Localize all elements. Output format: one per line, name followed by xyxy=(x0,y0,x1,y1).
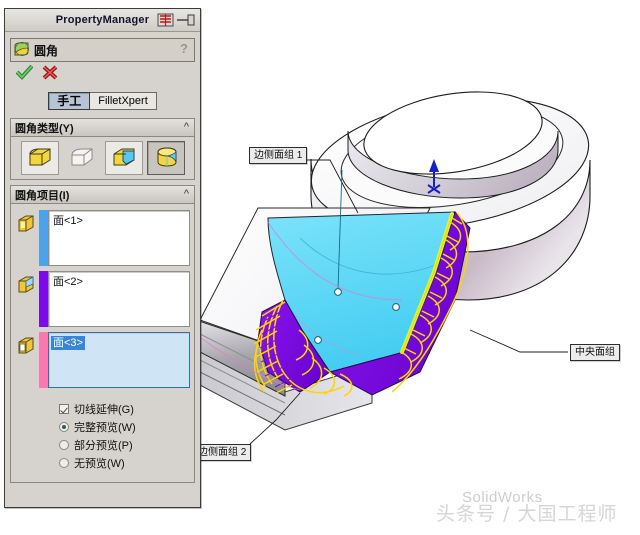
fillet-items-title: 圆角项目(I) xyxy=(15,189,70,202)
face-fillet-button[interactable] xyxy=(104,141,143,175)
property-manager-panel: PropertyManager 圆角 ? 手工 FilletXpert 圆角类型… xyxy=(4,8,201,508)
tab-filletxpert[interactable]: FilletXpert xyxy=(90,92,157,110)
face-selection-row-2: 面<2> xyxy=(15,271,190,327)
face-item-3[interactable]: 面<3> xyxy=(51,336,85,350)
preview-partial-radio[interactable] xyxy=(59,440,69,450)
mode-tabs: 手工 FilletXpert xyxy=(9,89,196,113)
confirm-row xyxy=(9,64,196,86)
fillet-icon xyxy=(13,42,31,58)
green-check-icon[interactable] xyxy=(15,64,34,85)
feature-name: 圆角 xyxy=(34,43,59,58)
face-color-swatch-3 xyxy=(39,332,48,388)
tangent-propagation-label: 切线延伸(G) xyxy=(74,404,134,416)
face-item-1[interactable]: 面<1> xyxy=(51,214,85,228)
face-set-icon xyxy=(16,335,36,357)
face-list-3[interactable]: 面<3> xyxy=(48,332,190,388)
preview-full-row[interactable]: 完整预览(W) xyxy=(16,418,189,436)
callout-center-face-set[interactable]: 中央面组 xyxy=(570,344,620,361)
face-list-2[interactable]: 面<2> xyxy=(48,271,190,327)
preview-none-radio[interactable] xyxy=(59,458,69,468)
chevron-up-icon[interactable]: ^ xyxy=(184,188,189,200)
callout-side-face-set-1[interactable]: 边侧面组 1 xyxy=(249,147,308,164)
preview-full-radio[interactable] xyxy=(59,422,69,432)
callout-label: 中央面组 xyxy=(575,347,615,358)
chevron-up-icon[interactable]: ^ xyxy=(184,121,189,133)
tangent-propagation-row[interactable]: 切线延伸(G) xyxy=(16,400,189,418)
feature-header: 圆角 ? xyxy=(10,38,195,62)
auto-hide-pin-icon[interactable] xyxy=(157,12,197,28)
full-round-fillet-button[interactable] xyxy=(146,141,185,175)
fillet-items-header[interactable]: 圆角项目(I) ^ xyxy=(11,186,194,204)
panel-titlebar: PropertyManager xyxy=(5,9,200,32)
options-block: 切线延伸(G) 完整预览(W) 部分预览(P) 无预览(W) xyxy=(16,396,189,478)
face-selection-row-3: 面<3> xyxy=(15,332,190,388)
face-item-2[interactable]: 面<2> xyxy=(51,275,85,289)
fillet-items-group: 圆角项目(I) ^ 面<1> 面<2> 面<3> 切线延伸(G) 完整预览(W)… xyxy=(10,185,195,483)
constant-radius-fillet-button[interactable] xyxy=(20,141,59,175)
preview-none-row[interactable]: 无预览(W) xyxy=(16,454,189,472)
fillet-type-group: 圆角类型(Y) ^ xyxy=(10,118,195,180)
fillet-type-title: 圆角类型(Y) xyxy=(15,122,74,135)
callout-label: 边侧面组 1 xyxy=(254,150,303,161)
red-x-icon[interactable] xyxy=(42,65,58,85)
callout-side-face-set-2[interactable]: 边侧面组 2 xyxy=(193,444,252,461)
fillet-type-header[interactable]: 圆角类型(Y) ^ xyxy=(11,119,194,137)
panel-title: PropertyManager xyxy=(55,14,150,26)
face-set-icon xyxy=(16,274,36,296)
preview-partial-label: 部分预览(P) xyxy=(74,440,133,452)
face-color-swatch-2 xyxy=(39,271,48,327)
tangent-propagation-checkbox[interactable] xyxy=(59,404,69,414)
face-set-icon xyxy=(16,213,36,235)
face-list-1[interactable]: 面<1> xyxy=(48,210,190,266)
tab-manual[interactable]: 手工 xyxy=(48,92,91,110)
face-selection-row-1: 面<1> xyxy=(15,210,190,266)
help-icon[interactable]: ? xyxy=(180,41,188,56)
preview-none-label: 无预览(W) xyxy=(74,458,125,470)
preview-full-label: 完整预览(W) xyxy=(74,422,136,434)
face-color-swatch-1 xyxy=(39,210,48,266)
variable-radius-fillet-button[interactable] xyxy=(62,141,101,175)
callout-label: 边侧面组 2 xyxy=(198,447,247,458)
preview-partial-row[interactable]: 部分预览(P) xyxy=(16,436,189,454)
